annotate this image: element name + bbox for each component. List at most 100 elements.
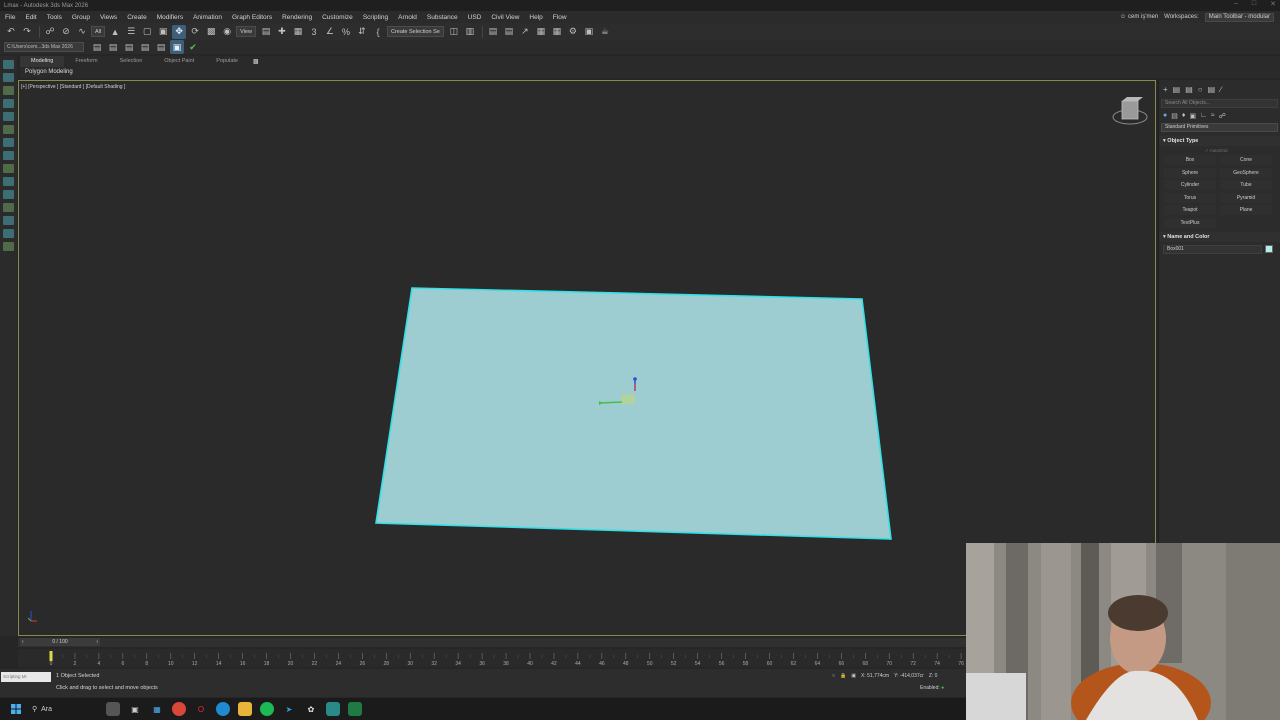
primitive-category-select[interactable]: Standard Primitives xyxy=(1161,123,1278,132)
file-explorer-icon[interactable] xyxy=(238,702,252,716)
keyboard-shortcut-override-icon[interactable]: ▦ xyxy=(291,25,305,39)
tab-object-paint[interactable]: Object Paint xyxy=(153,56,205,67)
menu-rendering[interactable]: Rendering xyxy=(277,14,317,21)
time-slider[interactable]: ‹ 0 / 100 › xyxy=(18,638,968,647)
object-search-input[interactable]: Search All Objects... xyxy=(1161,99,1278,108)
time-next-icon[interactable]: › xyxy=(96,638,100,646)
open-project-icon[interactable]: ▤ xyxy=(122,40,136,54)
ribbon-toggle-icon[interactable]: ▩ xyxy=(253,58,259,65)
taskbar-search[interactable]: ⚲ Ara xyxy=(32,705,102,714)
hierarchy-tab-icon[interactable]: ▤ xyxy=(1185,85,1193,94)
project-path-field[interactable]: C:\Users\cem...3ds Max 2026 xyxy=(4,42,84,52)
edit-named-selections-icon[interactable]: { xyxy=(371,25,385,39)
modify-panel-icon[interactable] xyxy=(3,73,14,82)
plane-object[interactable] xyxy=(375,287,892,540)
space-warps-icon[interactable]: ≈ xyxy=(1211,112,1215,119)
cylinder-button[interactable]: Cylinder xyxy=(1164,180,1216,190)
systems-icon[interactable]: ☍ xyxy=(1219,112,1226,120)
autogrid-checkbox[interactable]: ✓ AutoGrid xyxy=(1159,146,1280,155)
menu-civil-view[interactable]: Civil View xyxy=(486,14,524,21)
display-tab-icon[interactable]: ▤ xyxy=(1208,85,1216,94)
maximize-button[interactable]: □ xyxy=(1252,0,1256,8)
selection-filter-select[interactable]: All xyxy=(91,26,106,37)
camera-tool-icon[interactable] xyxy=(3,229,14,238)
menu-flow[interactable]: Flow xyxy=(548,14,572,21)
shapes-icon[interactable]: ▤ xyxy=(1171,112,1178,120)
sphere-button[interactable]: Sphere xyxy=(1164,167,1216,178)
utilities-tab-icon[interactable]: ∕ xyxy=(1220,85,1221,94)
scene-tool-icon[interactable] xyxy=(3,138,14,147)
isolate-tool-icon[interactable] xyxy=(3,164,14,173)
select-manipulate-icon[interactable]: ✚ xyxy=(275,25,289,39)
rendered-frame-window-icon[interactable]: ▣ xyxy=(582,25,596,39)
helpers-icon[interactable]: ∟ xyxy=(1200,112,1207,119)
project-folder-icon[interactable]: ▤ xyxy=(90,40,104,54)
material-editor-icon[interactable]: ▦ xyxy=(550,25,564,39)
select-and-move-icon[interactable]: ✥ xyxy=(172,24,187,39)
menu-modifiers[interactable]: Modifiers xyxy=(152,14,188,21)
box-button[interactable]: Box xyxy=(1164,155,1216,165)
create-tab-icon[interactable]: + xyxy=(1163,85,1168,94)
light-tool-icon[interactable] xyxy=(3,242,14,251)
edge-icon[interactable] xyxy=(216,702,230,716)
tab-modeling[interactable]: Modeling xyxy=(20,56,65,67)
menu-scripting[interactable]: Scripting xyxy=(358,14,393,21)
sync-status-icon[interactable]: ✔ xyxy=(186,40,200,54)
display-panel-icon[interactable] xyxy=(3,112,14,121)
ribbon-panel-label[interactable]: Polygon Modeling xyxy=(20,67,1280,78)
undo-icon[interactable]: ↶ xyxy=(4,25,18,39)
tab-populate[interactable]: Populate xyxy=(205,56,249,67)
timeline-ruler[interactable]: 0 2 4 6 8 10 12 14 16 18 20 22 24 26 28 30 32 34 36 38 40 42 4… xyxy=(18,649,968,667)
3dsmax-icon[interactable] xyxy=(326,702,340,716)
pyramid-button[interactable]: Pyramid xyxy=(1220,192,1272,203)
minimize-button[interactable]: – xyxy=(1234,0,1238,8)
project-settings-icon[interactable]: ▤ xyxy=(154,40,168,54)
render-setup-icon[interactable]: ⚙ xyxy=(566,25,580,39)
menu-help[interactable]: Help xyxy=(524,14,547,21)
link-icon[interactable]: ☍ xyxy=(43,25,57,39)
create-panel-icon[interactable] xyxy=(3,60,14,69)
plane-button[interactable]: Plane xyxy=(1220,205,1272,215)
close-button[interactable]: ✕ xyxy=(1270,0,1276,8)
spinner-snap-icon[interactable]: ⇵ xyxy=(355,25,369,39)
x-coordinate-field[interactable]: X: 51,774cm xyxy=(861,673,889,679)
layer-tool-icon[interactable] xyxy=(3,151,14,160)
menu-graph-editors[interactable]: Graph Editors xyxy=(227,14,277,21)
select-by-name-icon[interactable]: ☰ xyxy=(124,25,138,39)
render-tool-icon[interactable] xyxy=(3,216,14,225)
rectangular-selection-icon[interactable]: ▢ xyxy=(140,25,154,39)
geometry-icon[interactable]: ● xyxy=(1163,112,1167,119)
time-slider-thumb[interactable]: ‹ 0 / 100 › xyxy=(20,638,100,646)
select-and-scale-icon[interactable]: ▩ xyxy=(204,25,218,39)
time-prev-icon[interactable]: ‹ xyxy=(20,638,24,646)
pivot-center-icon[interactable]: ▤ xyxy=(259,25,273,39)
task-view-icon[interactable]: ▣ xyxy=(128,702,142,716)
scene-explorer-icon[interactable]: ▤ xyxy=(486,25,500,39)
menu-create[interactable]: Create xyxy=(122,14,152,21)
tab-freeform[interactable]: Freeform xyxy=(64,56,108,67)
menu-group[interactable]: Group xyxy=(67,14,95,21)
excel-icon[interactable] xyxy=(348,702,362,716)
selection-lock-icon[interactable]: 🔒 xyxy=(840,673,846,679)
auto-backup-icon[interactable]: ▣ xyxy=(170,40,184,54)
maxscript-listener-field[interactable]: Scripting Mi xyxy=(1,672,51,682)
snap-tool-icon[interactable] xyxy=(3,203,14,212)
absolute-mode-icon[interactable]: ▣ xyxy=(851,673,856,679)
tube-button[interactable]: Tube xyxy=(1220,180,1272,190)
viewcube-icon[interactable] xyxy=(1111,95,1149,131)
select-and-rotate-icon[interactable]: ⟳ xyxy=(188,25,202,39)
render-production-icon[interactable]: ☕ xyxy=(598,25,612,39)
opera-icon[interactable]: O xyxy=(194,702,208,716)
utilities-panel-icon[interactable] xyxy=(3,125,14,134)
geosphere-button[interactable]: GeoSphere xyxy=(1220,167,1272,178)
hide-tool-icon[interactable] xyxy=(3,190,14,199)
widgets-icon[interactable] xyxy=(106,702,120,716)
windows-start-icon[interactable] xyxy=(8,698,24,720)
menu-file[interactable]: File xyxy=(0,14,20,21)
mirror-icon[interactable]: ◫ xyxy=(447,25,461,39)
menu-animation[interactable]: Animation xyxy=(188,14,227,21)
window-crossing-icon[interactable]: ▣ xyxy=(156,25,170,39)
tab-selection[interactable]: Selection xyxy=(109,56,154,67)
chrome-icon[interactable] xyxy=(172,702,186,716)
named-selection-sets-select[interactable]: Create Selection Se xyxy=(386,26,444,37)
